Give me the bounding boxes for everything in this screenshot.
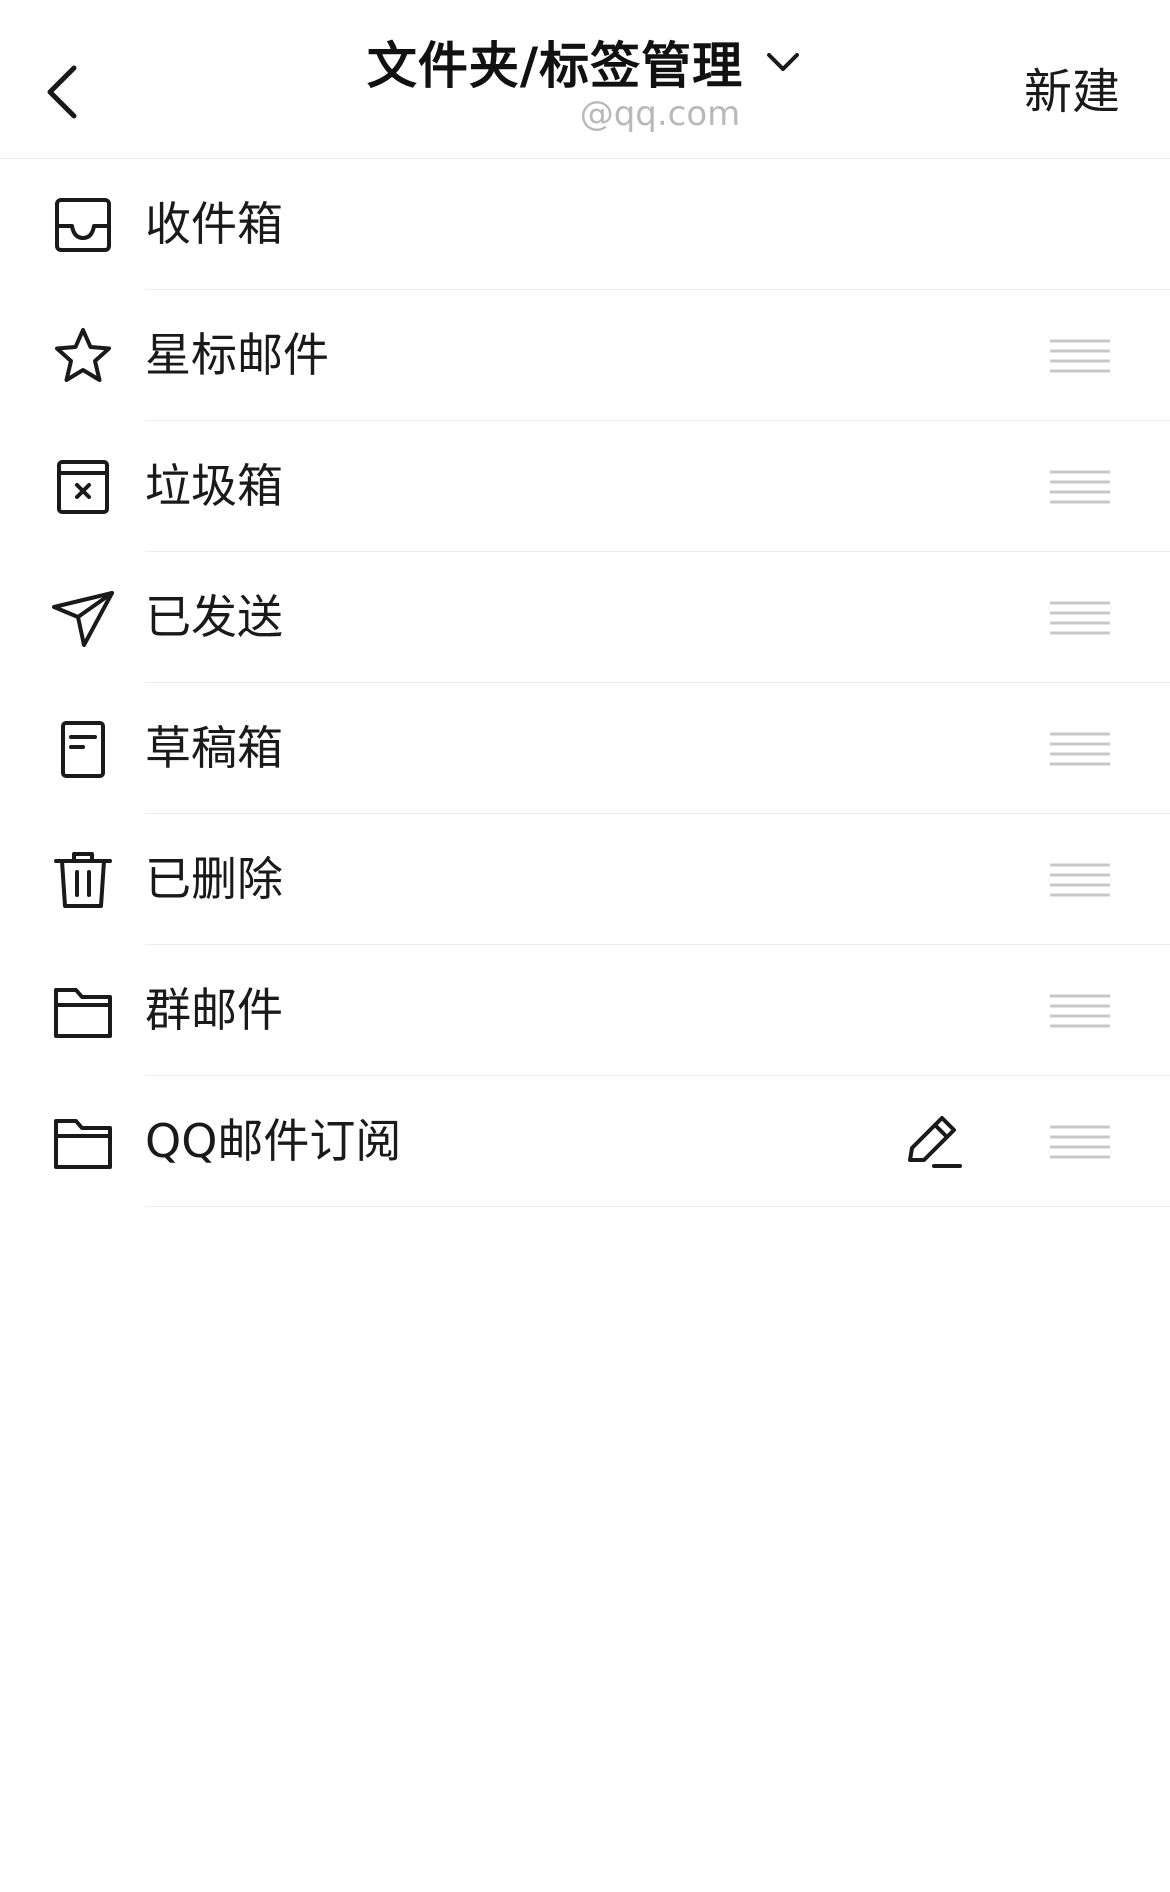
drag-handle-icon[interactable]	[1048, 468, 1112, 506]
drag-handle-icon[interactable]	[1048, 992, 1112, 1030]
folder-label: 星标邮件	[145, 328, 329, 382]
folder-row-inbox[interactable]: 收件箱	[0, 159, 1170, 290]
draft-icon	[61, 721, 105, 778]
drag-handle-icon[interactable]	[1048, 599, 1112, 637]
folder-label: 收件箱	[145, 197, 283, 251]
folder-row-group-mail[interactable]: 群邮件	[0, 945, 1170, 1076]
star-icon	[55, 328, 111, 382]
edit-pencil-icon[interactable]	[904, 1112, 964, 1172]
drag-handle-icon[interactable]	[1048, 730, 1112, 768]
inbox-icon	[55, 198, 111, 252]
folder-row-starred[interactable]: 星标邮件	[0, 290, 1170, 421]
folder-label: 已删除	[145, 852, 283, 906]
chevron-down-icon	[767, 53, 800, 71]
folder-icon	[54, 988, 112, 1038]
spam-box-icon	[57, 460, 109, 514]
folder-row-qq-subscription[interactable]: QQ邮件订阅	[0, 1076, 1170, 1207]
new-button[interactable]: 新建	[1024, 56, 1120, 128]
title-area: 文件夹/标签管理 @qq.com	[300, 26, 870, 146]
trash-icon	[54, 852, 112, 908]
chevron-left-icon	[47, 65, 77, 119]
back-button[interactable]	[36, 56, 92, 128]
drag-handle-icon[interactable]	[1048, 337, 1112, 375]
folder-label: QQ邮件订阅	[145, 1114, 402, 1168]
folder-label: 垃圾箱	[145, 459, 283, 513]
folder-row-sent[interactable]: 已发送	[0, 552, 1170, 683]
folder-label: 群邮件	[145, 983, 283, 1037]
folder-row-deleted[interactable]: 已删除	[0, 814, 1170, 945]
folder-list: 收件箱 星标邮件 垃圾箱 已发送 草稿箱 已删除 群邮件 QQ邮件订阅	[0, 159, 1170, 1207]
account-email: @qq.com	[579, 94, 741, 134]
folder-label: 已发送	[145, 590, 283, 644]
folder-row-drafts[interactable]: 草稿箱	[0, 683, 1170, 814]
drag-handle-icon[interactable]	[1048, 1123, 1112, 1161]
folder-label-switcher[interactable]: 文件夹/标签管理	[300, 26, 870, 98]
page-title: 文件夹/标签管理	[366, 37, 744, 95]
folder-row-spam[interactable]: 垃圾箱	[0, 421, 1170, 552]
folder-label: 草稿箱	[145, 721, 283, 775]
drag-handle-icon[interactable]	[1048, 861, 1112, 899]
send-icon	[52, 591, 114, 647]
top-bar: 文件夹/标签管理 @qq.com 新建	[0, 0, 1170, 159]
folder-icon	[54, 1119, 112, 1169]
